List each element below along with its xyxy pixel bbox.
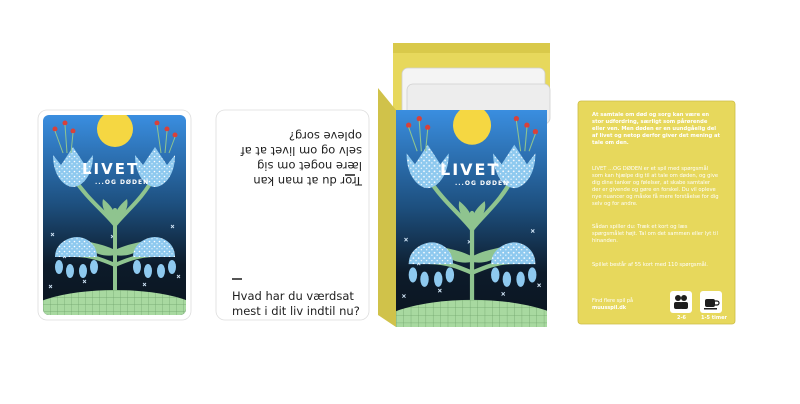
divider-bottom xyxy=(232,278,242,280)
box-back-footer: Find flere spil på xyxy=(592,298,634,304)
box-front-subtitle: ...OG DØDEN xyxy=(455,180,510,187)
question-top: Tror du at man kan lære noget om sig sel… xyxy=(240,129,362,188)
box-front-title: LIVET xyxy=(440,160,501,179)
front-card xyxy=(37,109,192,321)
product-scene: LIVET ...OG DØDEN Tror du at man kan lær… xyxy=(0,0,800,404)
players-icon xyxy=(670,291,692,313)
duration-label: 1-5 timer xyxy=(701,315,727,321)
box-back-body: LIVET ...OG DØDEN er et spil med spørgsm… xyxy=(592,166,719,207)
coffee-icon xyxy=(700,291,722,313)
front-card-subtitle: ...OG DØDEN xyxy=(95,179,150,186)
front-card-title: LIVET xyxy=(82,160,140,178)
card-box xyxy=(378,43,551,327)
box-back-howto: Sådan spiller du: Træk et kort og læs sp… xyxy=(592,224,718,244)
divider-top xyxy=(345,174,355,176)
box-back-intro: At samtale om død og sorg kan være en st… xyxy=(592,112,720,146)
question-bottom: Hvad har du værdsat mest i dit liv indti… xyxy=(232,289,360,318)
box-back-extra: Spillet består af 55 kort med 110 spørgs… xyxy=(592,262,708,268)
players-label: 2-6 xyxy=(677,315,687,321)
box-back-website: muusspil.dk xyxy=(592,305,627,311)
